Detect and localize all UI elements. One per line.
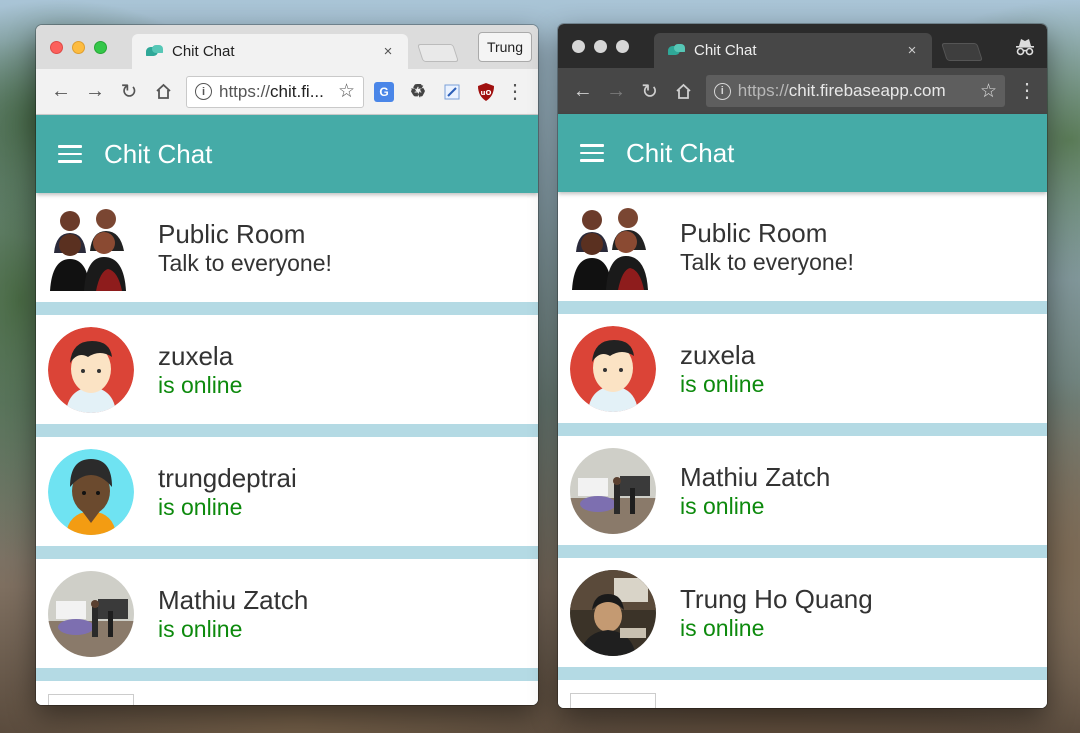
bookmark-star-icon[interactable]: ☆ bbox=[338, 80, 355, 103]
list-item[interactable]: Public Room Talk to everyone! bbox=[558, 192, 1047, 301]
browser-toolbar: ← → ↻ i https://chit.firebaseapp.com ☆ ⋮ bbox=[558, 68, 1047, 114]
app-header: Chit Chat bbox=[558, 114, 1047, 192]
hamburger-menu-icon[interactable] bbox=[580, 144, 604, 162]
info-icon[interactable]: i bbox=[195, 83, 212, 100]
room-name: Mathiu Zatch bbox=[158, 584, 309, 615]
tab-chit-chat[interactable]: Chit Chat × bbox=[132, 34, 408, 69]
room-subtitle: Talk to everyone! bbox=[158, 249, 332, 276]
tab-title: Chit Chat bbox=[694, 42, 757, 59]
room-subtitle: Talk to everyone! bbox=[680, 248, 854, 275]
group-people-icon bbox=[570, 204, 656, 290]
bookmark-star-icon[interactable]: ☆ bbox=[980, 80, 997, 103]
minimize-window-button[interactable] bbox=[72, 41, 85, 54]
list-item[interactable]: trungdeptrai is online bbox=[36, 437, 538, 546]
tab-strip: Chit Chat × Trung bbox=[36, 25, 538, 69]
ublock-shield-icon[interactable]: uO bbox=[476, 82, 496, 102]
info-icon[interactable]: i bbox=[713, 82, 731, 100]
list-item[interactable]: zuxela is online bbox=[36, 315, 538, 424]
room-name: Public Room bbox=[158, 218, 306, 249]
home-icon[interactable] bbox=[146, 75, 180, 109]
online-status: is online bbox=[680, 370, 765, 397]
minimize-window-button[interactable] bbox=[594, 40, 607, 53]
avatar-red-boy bbox=[48, 326, 134, 413]
group-people-icon bbox=[48, 205, 134, 291]
forward-arrow-icon[interactable]: → bbox=[78, 75, 112, 109]
svg-text:uO: uO bbox=[481, 89, 492, 97]
home-icon[interactable] bbox=[666, 74, 699, 108]
photo-avatar bbox=[570, 447, 656, 534]
list-item[interactable] bbox=[36, 681, 538, 705]
room-list: Public Room Talk to everyone! zuxela is … bbox=[36, 193, 538, 705]
zoom-window-button[interactable] bbox=[94, 41, 107, 54]
browser-window-right: Chit Chat × ← → ↻ i https://chit.firebas… bbox=[558, 24, 1047, 708]
window-controls bbox=[50, 41, 107, 54]
incognito-icon bbox=[1015, 38, 1035, 56]
reload-icon[interactable]: ↻ bbox=[112, 75, 146, 109]
online-status: is online bbox=[158, 493, 243, 520]
list-item[interactable]: Public Room Talk to everyone! bbox=[36, 193, 538, 302]
address-bar[interactable]: i https://chit.firebaseapp.com ☆ bbox=[705, 75, 1005, 107]
profile-button[interactable]: Trung bbox=[477, 32, 532, 62]
close-window-button[interactable] bbox=[572, 40, 585, 53]
back-arrow-icon[interactable]: ← bbox=[566, 74, 599, 108]
notepad-extension-icon[interactable] bbox=[442, 82, 462, 102]
avatar-red-boy bbox=[570, 325, 656, 412]
app-title: Chit Chat bbox=[104, 138, 213, 169]
browser-window-left: Chit Chat × Trung ← → ↻ i https://chit.f… bbox=[36, 25, 538, 705]
list-item[interactable]: Trung Ho Quang is online bbox=[558, 558, 1047, 667]
tab-strip: Chit Chat × bbox=[558, 24, 1047, 68]
new-tab-button[interactable] bbox=[941, 43, 983, 61]
window-controls bbox=[572, 40, 629, 53]
online-status: is online bbox=[680, 492, 765, 519]
avatar-cyan-boy bbox=[48, 448, 134, 535]
room-name: Trung Ho Quang bbox=[680, 583, 873, 614]
browser-menu-icon[interactable]: ⋮ bbox=[503, 82, 527, 102]
forward-arrow-icon[interactable]: → bbox=[599, 74, 632, 108]
tab-close-button[interactable]: × bbox=[904, 42, 920, 59]
recycle-extension-icon[interactable]: ♻ bbox=[408, 81, 428, 102]
chat-bubble-icon bbox=[146, 44, 164, 59]
app-title: Chit Chat bbox=[626, 137, 735, 168]
browser-toolbar: ← → ↻ i https://chit.fi... ☆ G ♻ uO ⋮ bbox=[36, 69, 538, 115]
back-arrow-icon[interactable]: ← bbox=[44, 75, 78, 109]
list-item[interactable]: zuxela is online bbox=[558, 314, 1047, 423]
tab-title: Chit Chat bbox=[172, 43, 235, 60]
room-name: zuxela bbox=[158, 340, 234, 371]
translate-extension-icon[interactable]: G bbox=[374, 81, 394, 102]
reload-icon[interactable]: ↻ bbox=[633, 74, 666, 108]
close-window-button[interactable] bbox=[50, 41, 63, 54]
list-item[interactable]: Mathiu Zatch is online bbox=[558, 436, 1047, 545]
online-status: is online bbox=[158, 615, 243, 642]
room-name: Public Room bbox=[680, 217, 828, 248]
list-item[interactable]: Mathiu Zatch is online bbox=[36, 559, 538, 668]
room-list: Public Room Talk to everyone! zuxela is … bbox=[558, 192, 1047, 708]
tab-close-button[interactable]: × bbox=[380, 43, 396, 60]
online-status: is online bbox=[680, 614, 765, 641]
url-text: https://chit.firebaseapp.com bbox=[737, 81, 946, 100]
app-header: Chit Chat bbox=[36, 115, 538, 193]
photo-avatar bbox=[570, 569, 656, 656]
photo-avatar bbox=[48, 570, 134, 657]
browser-menu-icon[interactable]: ⋮ bbox=[1015, 81, 1039, 101]
room-name: trungdeptrai bbox=[158, 462, 297, 493]
online-status: is online bbox=[158, 371, 243, 398]
room-name: zuxela bbox=[680, 339, 756, 370]
chat-bubble-icon bbox=[668, 43, 686, 58]
list-item[interactable] bbox=[558, 680, 1047, 708]
new-tab-button[interactable] bbox=[417, 44, 459, 62]
tab-chit-chat[interactable]: Chit Chat × bbox=[654, 33, 932, 68]
url-text: https://chit.fi... bbox=[219, 81, 324, 101]
room-name: Mathiu Zatch bbox=[680, 461, 831, 492]
hamburger-menu-icon[interactable] bbox=[58, 145, 82, 163]
zoom-window-button[interactable] bbox=[616, 40, 629, 53]
address-bar[interactable]: i https://chit.fi... ☆ bbox=[186, 75, 364, 108]
